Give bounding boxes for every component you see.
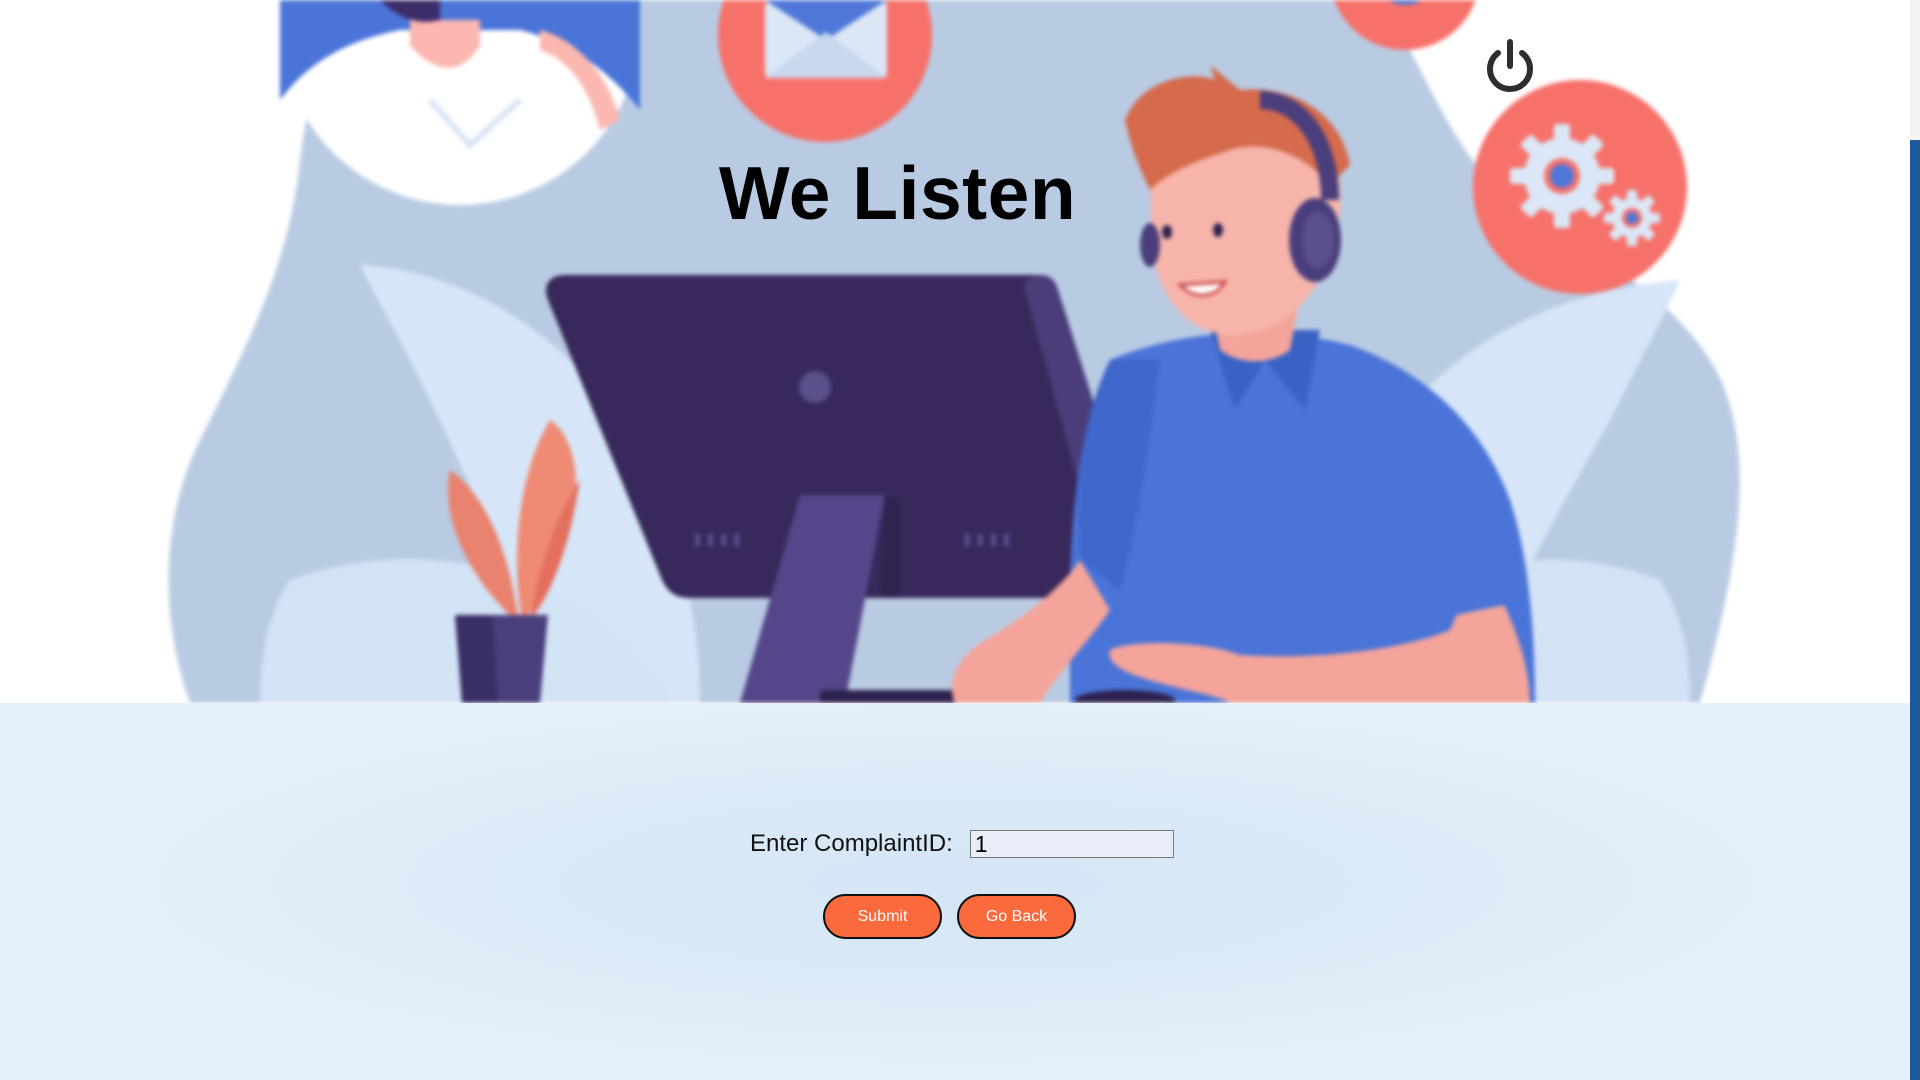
page: We Listen Enter ComplaintID: Submit Go B…	[0, 0, 1920, 1080]
hero-banner: We Listen	[0, 0, 1910, 703]
page-title: We Listen	[718, 151, 1077, 235]
power-icon[interactable]	[1480, 36, 1540, 96]
customer-support-illustration	[168, 0, 1740, 703]
complaint-id-label: Enter ComplaintID:	[750, 830, 953, 857]
complaint-id-row: Enter ComplaintID:	[750, 829, 1174, 859]
go-back-button[interactable]: Go Back	[957, 894, 1076, 939]
complaint-lookup-panel: Enter ComplaintID: Submit Go Back	[0, 703, 1910, 1080]
vertical-scrollbar[interactable]	[1910, 0, 1920, 1080]
scrollbar-thumb[interactable]	[1910, 140, 1920, 1080]
complaint-id-input[interactable]	[969, 830, 1174, 858]
submit-button[interactable]: Submit	[823, 894, 942, 939]
